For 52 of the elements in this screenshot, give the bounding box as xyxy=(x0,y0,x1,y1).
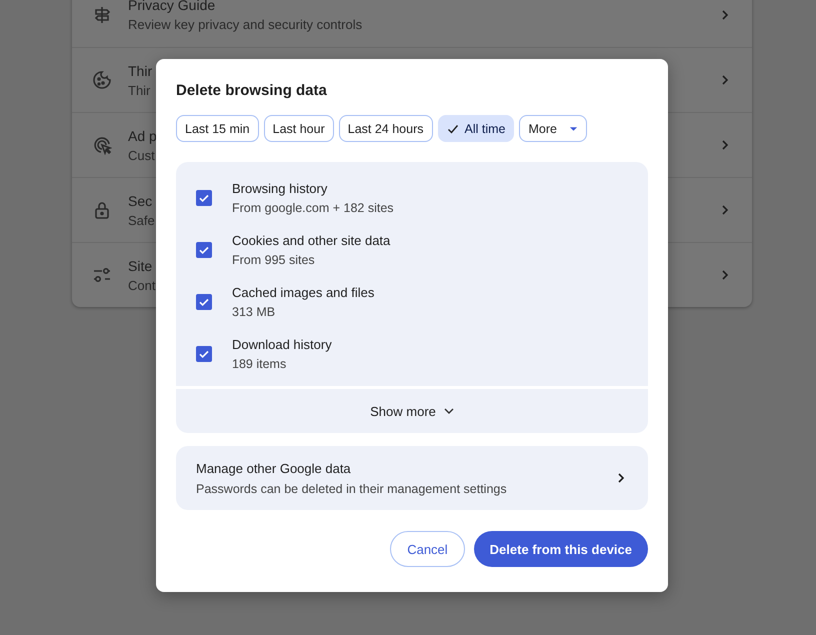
setting-title: Sec xyxy=(128,192,152,208)
time-range-chip[interactable]: All time xyxy=(438,115,514,142)
lock-icon xyxy=(92,200,112,220)
data-type-label: Browsing history xyxy=(232,181,328,196)
data-type-detail: 313 MB xyxy=(232,305,276,319)
manage-data-link-row[interactable]: Manage other Google data Passwords can be deleted in their management settings xyxy=(176,446,648,510)
checkmark-icon xyxy=(198,348,210,360)
checkmark-icon xyxy=(198,296,210,308)
checkmark-icon xyxy=(198,192,210,204)
setting-description: Review key privacy and security controls xyxy=(128,17,362,32)
time-range-chip[interactable]: Last 15 min xyxy=(176,115,259,142)
delete-button[interactable]: Delete from this device xyxy=(474,531,648,567)
caret-down-icon xyxy=(568,126,578,132)
time-range-chip[interactable]: Last hour xyxy=(264,115,334,142)
checkmark-icon xyxy=(446,122,458,134)
cursor-target-icon xyxy=(92,135,112,155)
show-more-button[interactable]: Show more xyxy=(176,389,648,433)
setting-description: Cust xyxy=(128,148,155,162)
data-type-detail: From google.com + 182 sites xyxy=(232,201,394,215)
chevron-right-icon[interactable] xyxy=(720,140,730,150)
setting-title: Privacy Guide xyxy=(128,0,216,13)
signpost-icon xyxy=(92,4,112,24)
data-type-detail: 189 items xyxy=(232,357,288,371)
cookie-icon xyxy=(92,70,112,90)
sliders-icon xyxy=(92,265,112,285)
setting-description: Safe xyxy=(128,212,155,228)
setting-description: Cont xyxy=(128,278,156,292)
data-type-label: Cookies and other site data xyxy=(232,233,390,248)
cancel-button[interactable]: Cancel xyxy=(390,531,465,567)
chevron-right-icon xyxy=(616,473,626,483)
more-dropdown[interactable]: More xyxy=(519,115,587,142)
checkbox[interactable] xyxy=(196,190,212,206)
setting-description: Thir xyxy=(128,82,150,98)
setting-title: Ad p xyxy=(128,128,157,144)
manage-title: Manage other Google data xyxy=(196,460,352,476)
chevron-right-icon[interactable] xyxy=(720,270,730,280)
setting-title: Thir xyxy=(128,62,152,78)
chevron-right-icon[interactable] xyxy=(720,10,730,20)
checkbox[interactable] xyxy=(196,242,212,258)
chevron-right-icon[interactable] xyxy=(720,205,730,215)
data-type-label: Download history xyxy=(232,337,332,352)
chevron-right-icon[interactable] xyxy=(720,75,730,85)
time-range-chip[interactable]: Last 24 hours xyxy=(338,115,432,142)
manage-description: Passwords can be deleted in their management settings xyxy=(196,482,508,496)
checkbox[interactable] xyxy=(196,294,212,310)
checkmark-icon xyxy=(198,244,210,256)
checkbox[interactable] xyxy=(196,346,212,362)
data-type-label: Cached images and files xyxy=(232,285,374,300)
setting-title: Site xyxy=(128,258,152,274)
data-type-detail: From 995 sites xyxy=(232,253,316,267)
dialog-title: Delete browsing data xyxy=(176,82,328,99)
chevron-down-icon xyxy=(444,408,454,414)
